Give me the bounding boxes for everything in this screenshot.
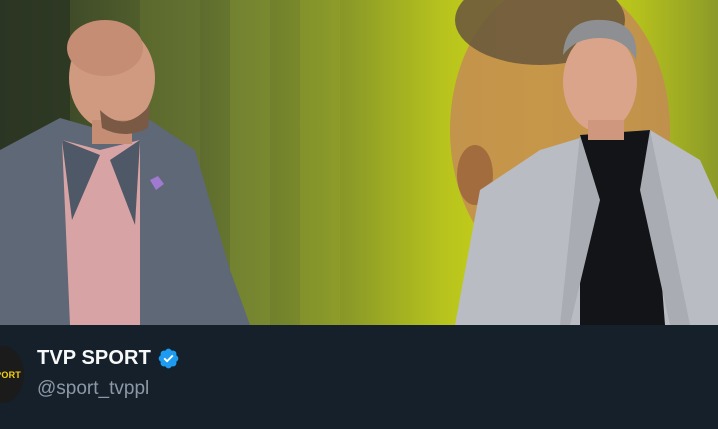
user-handle[interactable]: @sport_tvppl [37, 378, 149, 400]
name-row: TVP SPORT [37, 347, 180, 370]
display-name[interactable]: TVP SPORT [37, 347, 151, 370]
avatar-logo-text: SPORT [0, 369, 21, 380]
avatar[interactable]: SPORT [0, 346, 24, 403]
media-image[interactable] [0, 0, 718, 325]
studio-scene [0, 0, 718, 325]
profile-card: SPORT TVP SPORT @sport_tvppl [0, 325, 718, 429]
verified-badge-icon [158, 348, 179, 369]
